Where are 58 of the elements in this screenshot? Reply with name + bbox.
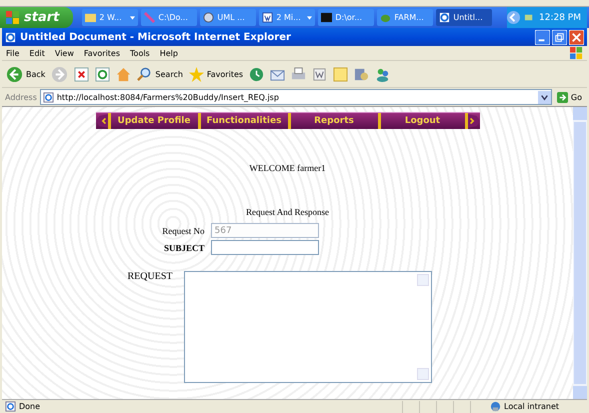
page-icon <box>5 401 16 412</box>
address-label: Address <box>5 92 37 102</box>
folder-icon <box>85 12 96 23</box>
globe-icon <box>203 12 214 23</box>
chevron-icon[interactable] <box>507 11 520 24</box>
field-label: Request No <box>161 226 204 236</box>
ornament-icon <box>468 113 480 129</box>
field-label: REQUEST <box>128 271 174 284</box>
note-icon[interactable] <box>333 66 348 82</box>
minimize-icon[interactable] <box>535 30 550 44</box>
field-label: SUBJECT <box>162 242 204 252</box>
messenger-icon[interactable] <box>375 66 390 82</box>
menu-item[interactable]: Help <box>160 48 178 58</box>
refresh-icon[interactable] <box>95 66 110 82</box>
zone-text: Local intranet <box>504 402 560 411</box>
star-icon <box>188 66 204 82</box>
close-icon[interactable] <box>569 30 584 44</box>
arrow-icon <box>556 92 568 102</box>
menu-item[interactable]: Tools <box>130 48 150 58</box>
windows-logo-icon <box>6 10 20 24</box>
text-area[interactable] <box>184 271 432 383</box>
menu-item[interactable]: Favorites <box>84 48 120 58</box>
dropdown-icon[interactable] <box>538 90 551 104</box>
stop-icon[interactable] <box>74 66 90 82</box>
nav-link[interactable]: Logout <box>378 113 468 129</box>
status-text: Done <box>19 402 40 411</box>
page-icon <box>42 92 54 102</box>
nav-link[interactable]: Reports <box>288 113 378 129</box>
clock: 12:28 PM <box>539 12 581 22</box>
document-icon[interactable] <box>312 66 328 82</box>
nav-link[interactable]: Functionalities <box>198 113 288 129</box>
home-icon[interactable] <box>116 66 132 82</box>
welcome-message: WELCOME farmer1 <box>249 163 326 173</box>
windows-logo-icon <box>570 46 583 60</box>
ornament-icon <box>96 113 108 129</box>
window-title: Untitled Document - Microsoft Internet Explorer <box>20 32 291 42</box>
taskbar-button[interactable]: Untitl... <box>436 9 492 26</box>
restore-icon[interactable] <box>552 30 567 44</box>
console-icon <box>321 12 332 23</box>
go-button[interactable]: Go <box>554 92 584 102</box>
address-field[interactable]: http://localhost:8084/Farmers%20Buddy/Insert_REQ.jsp <box>40 89 552 105</box>
input-field[interactable] <box>210 240 318 255</box>
search-icon <box>137 66 152 82</box>
favorites-button[interactable]: Favorites <box>188 66 244 82</box>
section-heading: Request And Response <box>246 207 329 217</box>
menu-item[interactable]: Edit <box>29 48 45 58</box>
menu-item[interactable]: File <box>6 48 20 58</box>
search-button[interactable]: Search <box>137 66 183 82</box>
browser-icon <box>439 12 450 23</box>
browser-icon <box>5 32 16 42</box>
back-button[interactable]: Back <box>6 66 46 82</box>
menu-item[interactable]: View <box>54 48 74 58</box>
history-icon[interactable] <box>249 66 264 82</box>
caret-icon <box>307 16 312 20</box>
nav-link[interactable]: Update Profile <box>108 113 198 129</box>
caret-icon <box>130 16 136 20</box>
printer-icon[interactable] <box>291 66 306 82</box>
document-icon <box>262 12 274 23</box>
